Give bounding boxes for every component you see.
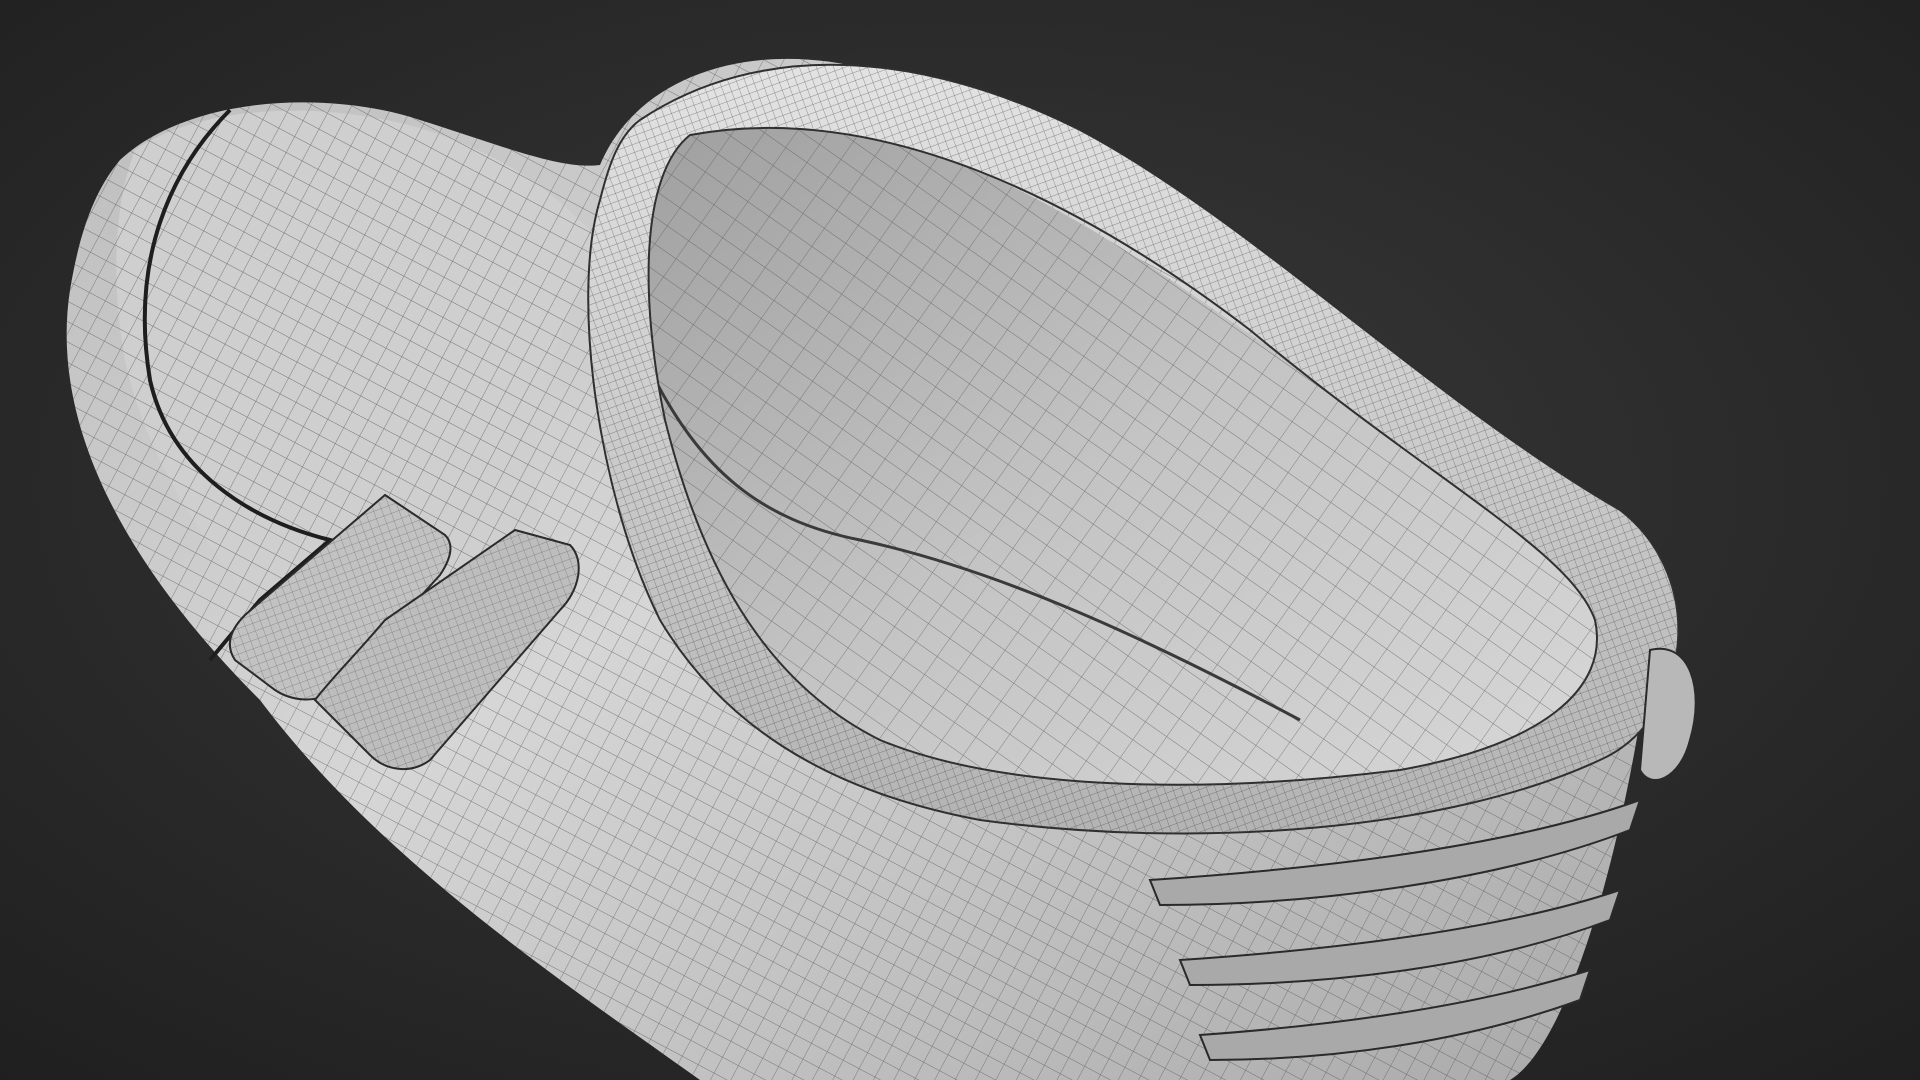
render-viewport [0, 0, 1920, 1080]
render-canvas [0, 0, 1920, 1080]
